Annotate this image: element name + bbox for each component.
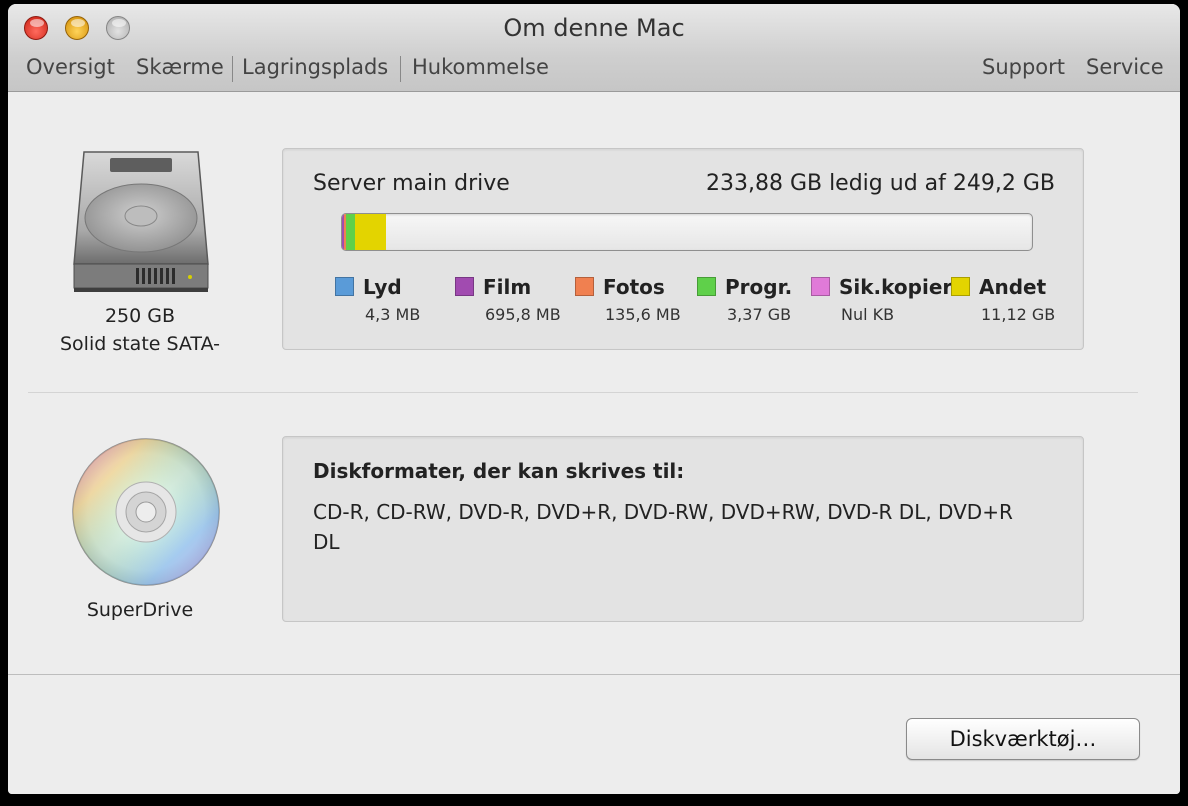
disc-formats-list: CD-R, CD-RW, DVD-R, DVD+R, DVD-RW, DVD+R… bbox=[313, 500, 1013, 554]
legend-label: Andet bbox=[979, 275, 1047, 299]
legend-value: 695,8 MB bbox=[485, 305, 561, 324]
legend-value: 4,3 MB bbox=[365, 305, 421, 324]
tab-oversigt[interactable]: Oversigt bbox=[26, 50, 115, 86]
legend-swatch bbox=[575, 277, 594, 296]
section-divider bbox=[28, 392, 1138, 393]
legend-swatch bbox=[335, 277, 354, 296]
drive-name: Server main drive bbox=[313, 171, 510, 196]
tab-lagringsplads[interactable]: Lagringsplads bbox=[242, 50, 388, 86]
tab-separator bbox=[400, 56, 401, 82]
legend-label: Sik.kopier bbox=[839, 275, 953, 299]
disc-formats-panel: Diskformater, der kan skrives til: CD-R,… bbox=[282, 436, 1084, 622]
tab-support[interactable]: Support bbox=[982, 50, 1065, 86]
about-this-mac-window: Om denne Mac Oversigt Skærme Lagringspla… bbox=[8, 4, 1180, 794]
title-bar: Om denne Mac Oversigt Skærme Lagringspla… bbox=[8, 4, 1180, 92]
superdrive-label: SuperDrive bbox=[86, 599, 194, 621]
cd-icon bbox=[72, 438, 220, 586]
legend-swatch bbox=[951, 277, 970, 296]
tab-separator bbox=[232, 56, 233, 82]
tab-bar: Oversigt Skærme Lagringsplads Hukommelse… bbox=[8, 50, 1180, 86]
legend-swatch bbox=[811, 277, 830, 296]
disc-formats-title: Diskformater, der kan skrives til: bbox=[313, 459, 685, 483]
footer-divider bbox=[8, 674, 1180, 675]
hard-drive-size-label: 250 GB bbox=[104, 305, 176, 327]
legend-value: 135,6 MB bbox=[605, 305, 681, 324]
usage-segment-progr- bbox=[346, 214, 355, 250]
tab-service[interactable]: Service bbox=[1086, 50, 1164, 86]
legend-swatch bbox=[697, 277, 716, 296]
storage-content: 250 GB Solid state SATA- Server main dri… bbox=[8, 92, 1180, 794]
legend-label: Lyd bbox=[363, 275, 402, 299]
legend-value: Nul KB bbox=[841, 305, 895, 324]
legend-value: 11,12 GB bbox=[981, 305, 1056, 324]
disk-utility-button[interactable]: Diskværktøj… bbox=[906, 718, 1140, 760]
hard-drive-icon bbox=[73, 151, 209, 292]
legend-label: Film bbox=[483, 275, 532, 299]
hard-drive-type-label: Solid state SATA- bbox=[59, 333, 220, 355]
legend-swatch bbox=[455, 277, 474, 296]
legend-label: Progr. bbox=[725, 275, 793, 299]
legend-value: 3,37 GB bbox=[727, 305, 792, 324]
usage-segment-andet bbox=[355, 214, 386, 250]
tab-hukommelse[interactable]: Hukommelse bbox=[412, 50, 549, 86]
tab-skaerme[interactable]: Skærme bbox=[136, 50, 224, 86]
drive-usage-panel: Server main drive 233,88 GB ledig ud af … bbox=[282, 148, 1084, 350]
drive-free-space: 233,88 GB ledig ud af 249,2 GB bbox=[705, 171, 1055, 196]
storage-usage-bar bbox=[341, 213, 1033, 251]
legend-label: Fotos bbox=[603, 275, 665, 299]
window-title: Om denne Mac bbox=[503, 14, 685, 42]
